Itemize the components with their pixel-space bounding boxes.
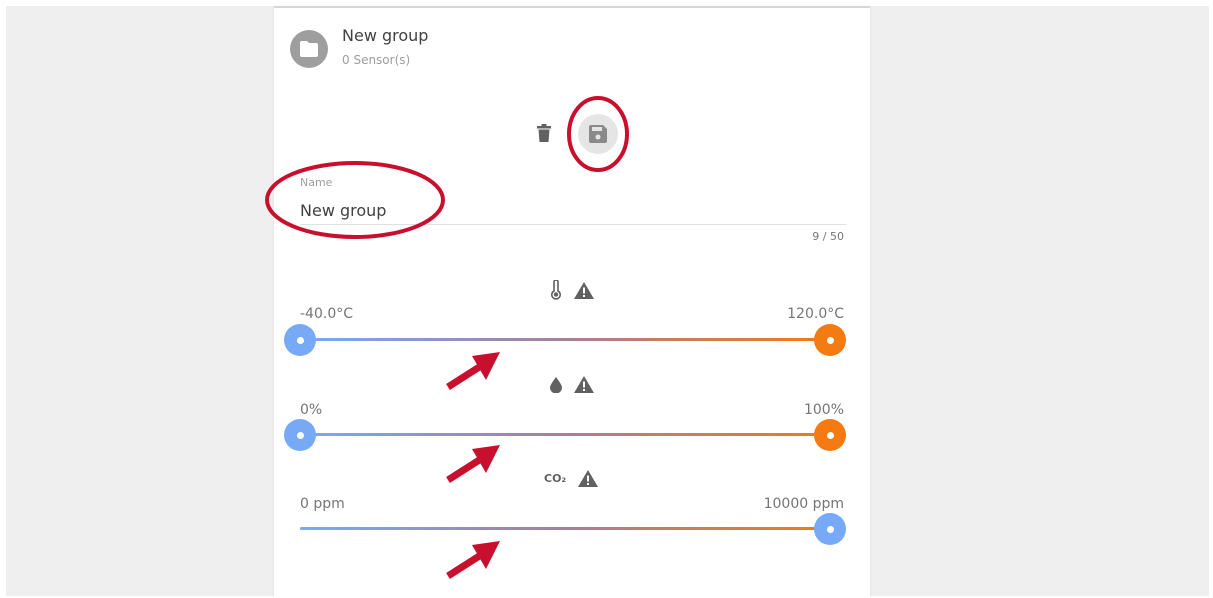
thermometer-icon: [551, 280, 561, 300]
character-counter: 9 / 50: [812, 230, 844, 243]
temperature-slider-track[interactable]: [300, 338, 830, 341]
delete-button[interactable]: [537, 124, 551, 146]
sensor-count: 0 Sensor(s): [342, 53, 411, 67]
humidity-max-label: 100%: [803, 402, 844, 418]
temperature-max-thumb[interactable]: [814, 324, 846, 356]
co2-icon: CO₂: [544, 472, 567, 485]
temperature-min-label: -40.0°C: [300, 306, 353, 322]
save-button[interactable]: [578, 114, 618, 154]
humidity-min-label: 0%: [300, 402, 323, 418]
co2-header: CO₂: [544, 470, 599, 487]
temperature-max-label: 120.0°C: [787, 306, 844, 322]
co2-slider-track[interactable]: [300, 527, 830, 530]
folder-avatar: [290, 30, 328, 68]
warning-icon: [574, 281, 594, 299]
humidity-slider-track[interactable]: [300, 433, 830, 436]
group-card: New group 0 Sensor(s) Name 9 / 50 -40.0°…: [274, 6, 870, 598]
water-drop-icon: [550, 376, 562, 393]
folder-icon: [300, 41, 318, 57]
name-input[interactable]: [300, 198, 820, 222]
co2-thumb[interactable]: [814, 513, 846, 545]
name-underline: [300, 224, 846, 225]
group-title: New group: [342, 26, 429, 45]
floppy-disk-icon: [589, 125, 607, 143]
name-field-label: Name: [300, 176, 333, 189]
trash-icon: [537, 124, 551, 142]
temperature-min-thumb[interactable]: [284, 324, 316, 356]
humidity-max-thumb[interactable]: [814, 419, 846, 451]
humidity-min-thumb[interactable]: [284, 419, 316, 451]
warning-icon: [578, 470, 599, 487]
temperature-header: [550, 280, 594, 300]
co2-max-label: 10000 ppm: [763, 496, 844, 512]
warning-icon: [574, 376, 594, 393]
humidity-header: [550, 376, 594, 393]
co2-min-label: 0 ppm: [300, 496, 345, 512]
